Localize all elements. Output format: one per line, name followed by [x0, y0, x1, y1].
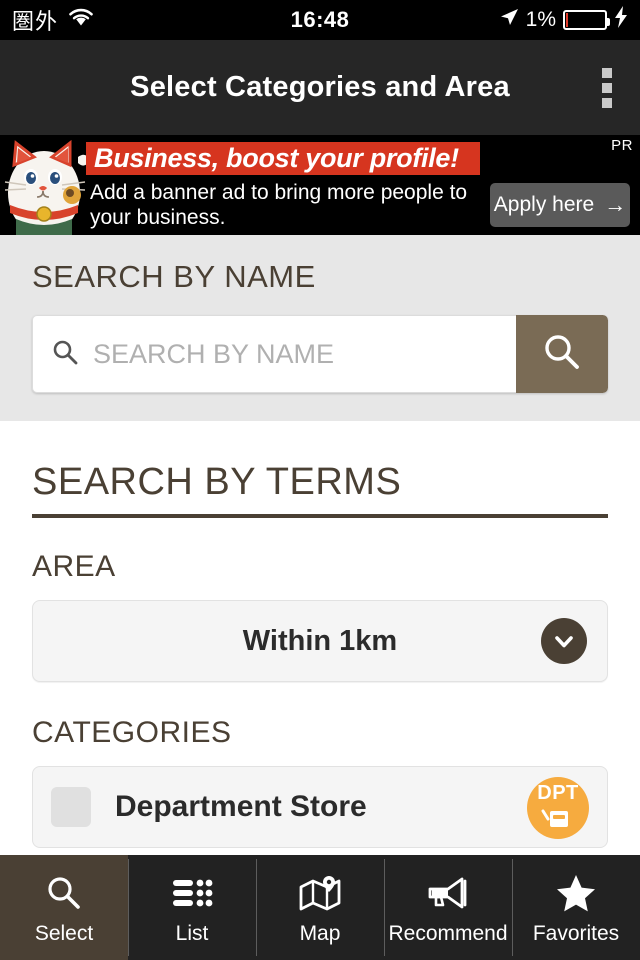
nav-label-favorites: Favorites: [532, 921, 620, 945]
map-icon: [298, 870, 342, 916]
maneki-neko-cat-image: [0, 135, 95, 235]
nav-item-select[interactable]: Select: [0, 855, 128, 960]
nav-label-list: List: [175, 921, 209, 945]
search-icon: [51, 338, 79, 371]
area-select[interactable]: Within 1km: [32, 600, 608, 682]
status-bar-right: 1%: [499, 6, 628, 34]
search-field-wrapper[interactable]: [32, 315, 516, 393]
app-root: 圏外 16:48 1% Select Categories and Area P…: [0, 0, 640, 960]
category-name: Department Store: [115, 790, 367, 823]
search-submit-button[interactable]: [516, 315, 608, 393]
search-by-terms-section: SEARCH BY TERMS AREA Within 1km CATEGORI…: [0, 421, 640, 848]
battery-icon: [563, 10, 610, 30]
search-by-name-panel: SEARCH BY NAME: [0, 235, 640, 421]
location-arrow-icon: [499, 7, 519, 33]
overflow-menu-icon[interactable]: [596, 62, 618, 114]
nav-item-favorites[interactable]: Favorites: [512, 855, 640, 960]
list-icon: [171, 870, 213, 916]
title-bar: Select Categories and Area: [0, 40, 640, 135]
chevron-down-icon[interactable]: [541, 618, 587, 664]
section-divider: [32, 514, 608, 518]
area-selected-value: Within 1km: [242, 624, 398, 657]
nav-label-map: Map: [299, 921, 341, 945]
search-by-terms-heading: SEARCH BY TERMS: [32, 461, 402, 503]
apply-here-label: Apply here: [493, 193, 595, 216]
nav-item-list[interactable]: List: [128, 855, 256, 960]
bottom-navigation: Select List Map Recommend Favorites: [0, 855, 640, 960]
search-by-name-heading: SEARCH BY NAME: [32, 259, 316, 294]
ad-pr-label: PR: [611, 137, 633, 154]
area-label: AREA: [32, 550, 116, 583]
search-icon: [44, 870, 84, 916]
arrow-right-icon: →: [604, 192, 627, 217]
lightning-bolt-icon: [614, 6, 628, 34]
category-row-department-store[interactable]: Department Store DPT: [32, 766, 608, 848]
category-checkbox[interactable]: [51, 787, 91, 827]
categories-label: CATEGORIES: [32, 716, 232, 749]
nav-label-recommend: Recommend: [388, 921, 508, 945]
category-badge-text: DPT: [537, 782, 579, 804]
status-bar: 圏外 16:48 1%: [0, 0, 640, 40]
search-by-name-row: [32, 315, 608, 393]
ad-banner[interactable]: PR Business, boost your profile! Add a b…: [0, 135, 640, 235]
department-store-icon: DPT: [527, 777, 589, 839]
nav-label-select: Select: [34, 921, 94, 945]
apply-here-button[interactable]: Apply here →: [490, 183, 630, 227]
search-icon: [540, 330, 584, 379]
page-title: Select Categories and Area: [130, 71, 510, 103]
megaphone-icon: [426, 870, 470, 916]
search-input[interactable]: [93, 338, 498, 370]
battery-percent-label: 1%: [525, 8, 556, 31]
ad-body-text: Add a banner ad to bring more people to …: [90, 181, 468, 229]
ad-headline-band: Business, boost your profile!: [86, 142, 480, 175]
ad-headline: Business, boost your profile!: [94, 143, 459, 173]
nav-item-map[interactable]: Map: [256, 855, 384, 960]
nav-item-recommend[interactable]: Recommend: [384, 855, 512, 960]
star-icon: [555, 870, 597, 916]
